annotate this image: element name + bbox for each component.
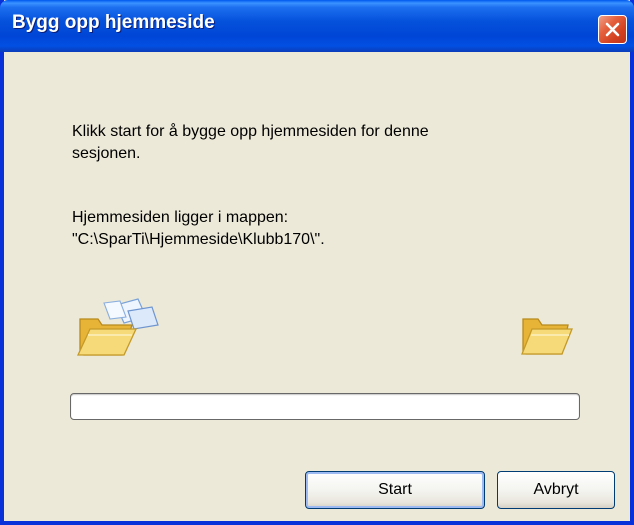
start-button[interactable]: Start: [305, 471, 485, 509]
instruction-text-continued: sesjonen.: [72, 145, 141, 162]
title-bar[interactable]: Bygg opp hjemmeside: [0, 0, 634, 52]
close-button[interactable]: [598, 15, 627, 44]
folder-path: "C:\SparTi\Hjemmeside\Klubb170\".: [72, 231, 325, 248]
progress-bar: [70, 393, 580, 420]
cancel-button[interactable]: Avbryt: [497, 471, 615, 509]
source-folder-icon: [76, 298, 159, 356]
folder-location-label: Hjemmesiden ligger i mappen:: [72, 209, 289, 226]
destination-folder-icon: [521, 318, 573, 355]
dialog-window: Bygg opp hjemmeside: [0, 0, 634, 525]
instruction-text: Klikk start for å bygge opp hjemmesiden …: [72, 123, 429, 140]
close-icon: [605, 22, 620, 37]
window-title: Bygg opp hjemmeside: [12, 12, 215, 33]
